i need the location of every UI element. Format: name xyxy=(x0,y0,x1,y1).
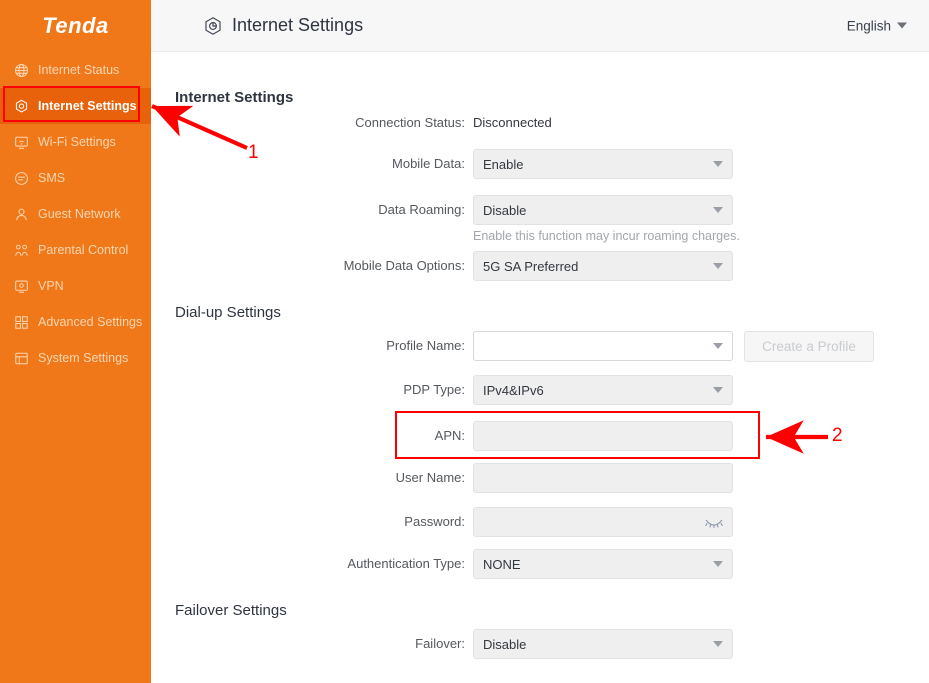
sidebar-item-label: Internet Settings xyxy=(38,99,137,113)
sidebar-item-advanced-settings[interactable]: Advanced Settings xyxy=(0,304,151,340)
parental-control-icon xyxy=(14,243,29,258)
mobile-data-label: Mobile Data: xyxy=(151,149,465,179)
sidebar-item-vpn[interactable]: VPN xyxy=(0,268,151,304)
password-input[interactable] xyxy=(473,507,733,537)
profile-name-select[interactable] xyxy=(473,331,733,361)
sidebar-item-sms[interactable]: SMS xyxy=(0,160,151,196)
language-selector[interactable]: English xyxy=(847,18,907,33)
chevron-down-icon xyxy=(713,561,723,567)
mobile-data-options-select[interactable]: 5G SA Preferred xyxy=(473,251,733,281)
chevron-down-icon xyxy=(713,387,723,393)
mobile-data-options-value: 5G SA Preferred xyxy=(483,259,578,274)
connection-status-value: Disconnected xyxy=(473,108,552,138)
brand-logo: Tenda xyxy=(0,0,151,52)
failover-label: Failover: xyxy=(151,629,465,659)
sidebar-item-label: SMS xyxy=(38,171,65,185)
authentication-type-select[interactable]: NONE xyxy=(473,549,733,579)
vpn-monitor-icon xyxy=(14,279,29,294)
annotation-number-2: 2 xyxy=(832,425,843,447)
sidebar-item-system-settings[interactable]: System Settings xyxy=(0,340,151,376)
chevron-down-icon xyxy=(713,343,723,349)
system-list-icon xyxy=(14,351,29,366)
failover-select[interactable]: Disable xyxy=(473,629,733,659)
chevron-down-icon xyxy=(713,641,723,647)
mobile-data-value: Enable xyxy=(483,157,523,172)
data-roaming-label: Data Roaming: xyxy=(151,195,465,225)
create-a-profile-button[interactable]: Create a Profile xyxy=(744,331,874,362)
header-title-group: Internet Settings xyxy=(203,15,363,36)
authentication-type-value: NONE xyxy=(483,557,521,572)
annotation-number-1: 1 xyxy=(248,142,259,164)
monitor-wifi-icon xyxy=(14,135,29,150)
internet-settings-icon xyxy=(203,16,223,36)
failover-value: Disable xyxy=(483,637,526,652)
apn-label: APN: xyxy=(151,421,465,451)
profile-name-label: Profile Name: xyxy=(151,331,465,361)
sidebar-item-label: VPN xyxy=(38,279,64,293)
message-icon xyxy=(14,171,29,186)
section-heading-dialup-settings: Dial-up Settings xyxy=(175,304,281,321)
mobile-data-options-label: Mobile Data Options: xyxy=(151,251,465,281)
sidebar-item-label: Guest Network xyxy=(38,207,121,221)
sidebar-item-label: System Settings xyxy=(38,351,128,365)
sidebar-item-wifi-settings[interactable]: Wi-Fi Settings xyxy=(0,124,151,160)
chevron-down-icon xyxy=(897,23,907,29)
language-label: English xyxy=(847,18,891,33)
sidebar-item-label: Wi-Fi Settings xyxy=(38,135,116,149)
sidebar-item-internet-status[interactable]: Internet Status xyxy=(0,52,151,88)
sidebar: Tenda Internet Status Internet Settings xyxy=(0,0,151,683)
pdp-type-value: IPv4&IPv6 xyxy=(483,383,544,398)
user-name-label: User Name: xyxy=(151,463,465,493)
gear-hexagon-icon xyxy=(14,99,29,114)
router-admin-page: Tenda Internet Status Internet Settings xyxy=(0,0,929,683)
password-label: Password: xyxy=(151,507,465,537)
section-heading-failover-settings: Failover Settings xyxy=(175,602,287,619)
sidebar-item-guest-network[interactable]: Guest Network xyxy=(0,196,151,232)
sidebar-item-label: Parental Control xyxy=(38,243,128,257)
apn-input[interactable] xyxy=(473,421,733,451)
pdp-type-select[interactable]: IPv4&IPv6 xyxy=(473,375,733,405)
main-content: Internet Settings Connection Status: Dis… xyxy=(151,52,929,683)
data-roaming-select[interactable]: Disable xyxy=(473,195,733,225)
chevron-down-icon xyxy=(713,207,723,213)
grid-icon xyxy=(14,315,29,330)
user-icon xyxy=(14,207,29,222)
mobile-data-select[interactable]: Enable xyxy=(473,149,733,179)
sidebar-item-parental-control[interactable]: Parental Control xyxy=(0,232,151,268)
data-roaming-hint: Enable this function may incur roaming c… xyxy=(473,229,740,243)
globe-icon xyxy=(14,63,29,78)
pdp-type-label: PDP Type: xyxy=(151,375,465,405)
sidebar-item-label: Advanced Settings xyxy=(38,315,142,329)
data-roaming-value: Disable xyxy=(483,203,526,218)
sidebar-item-internet-settings[interactable]: Internet Settings xyxy=(0,88,151,124)
section-heading-internet-settings: Internet Settings xyxy=(175,89,293,106)
chevron-down-icon xyxy=(713,161,723,167)
top-header: Internet Settings English xyxy=(151,0,929,52)
sidebar-item-label: Internet Status xyxy=(38,63,119,77)
authentication-type-label: Authentication Type: xyxy=(151,549,465,579)
chevron-down-icon xyxy=(713,263,723,269)
user-name-input[interactable] xyxy=(473,463,733,493)
connection-status-label: Connection Status: xyxy=(151,108,465,138)
page-title: Internet Settings xyxy=(232,15,363,36)
